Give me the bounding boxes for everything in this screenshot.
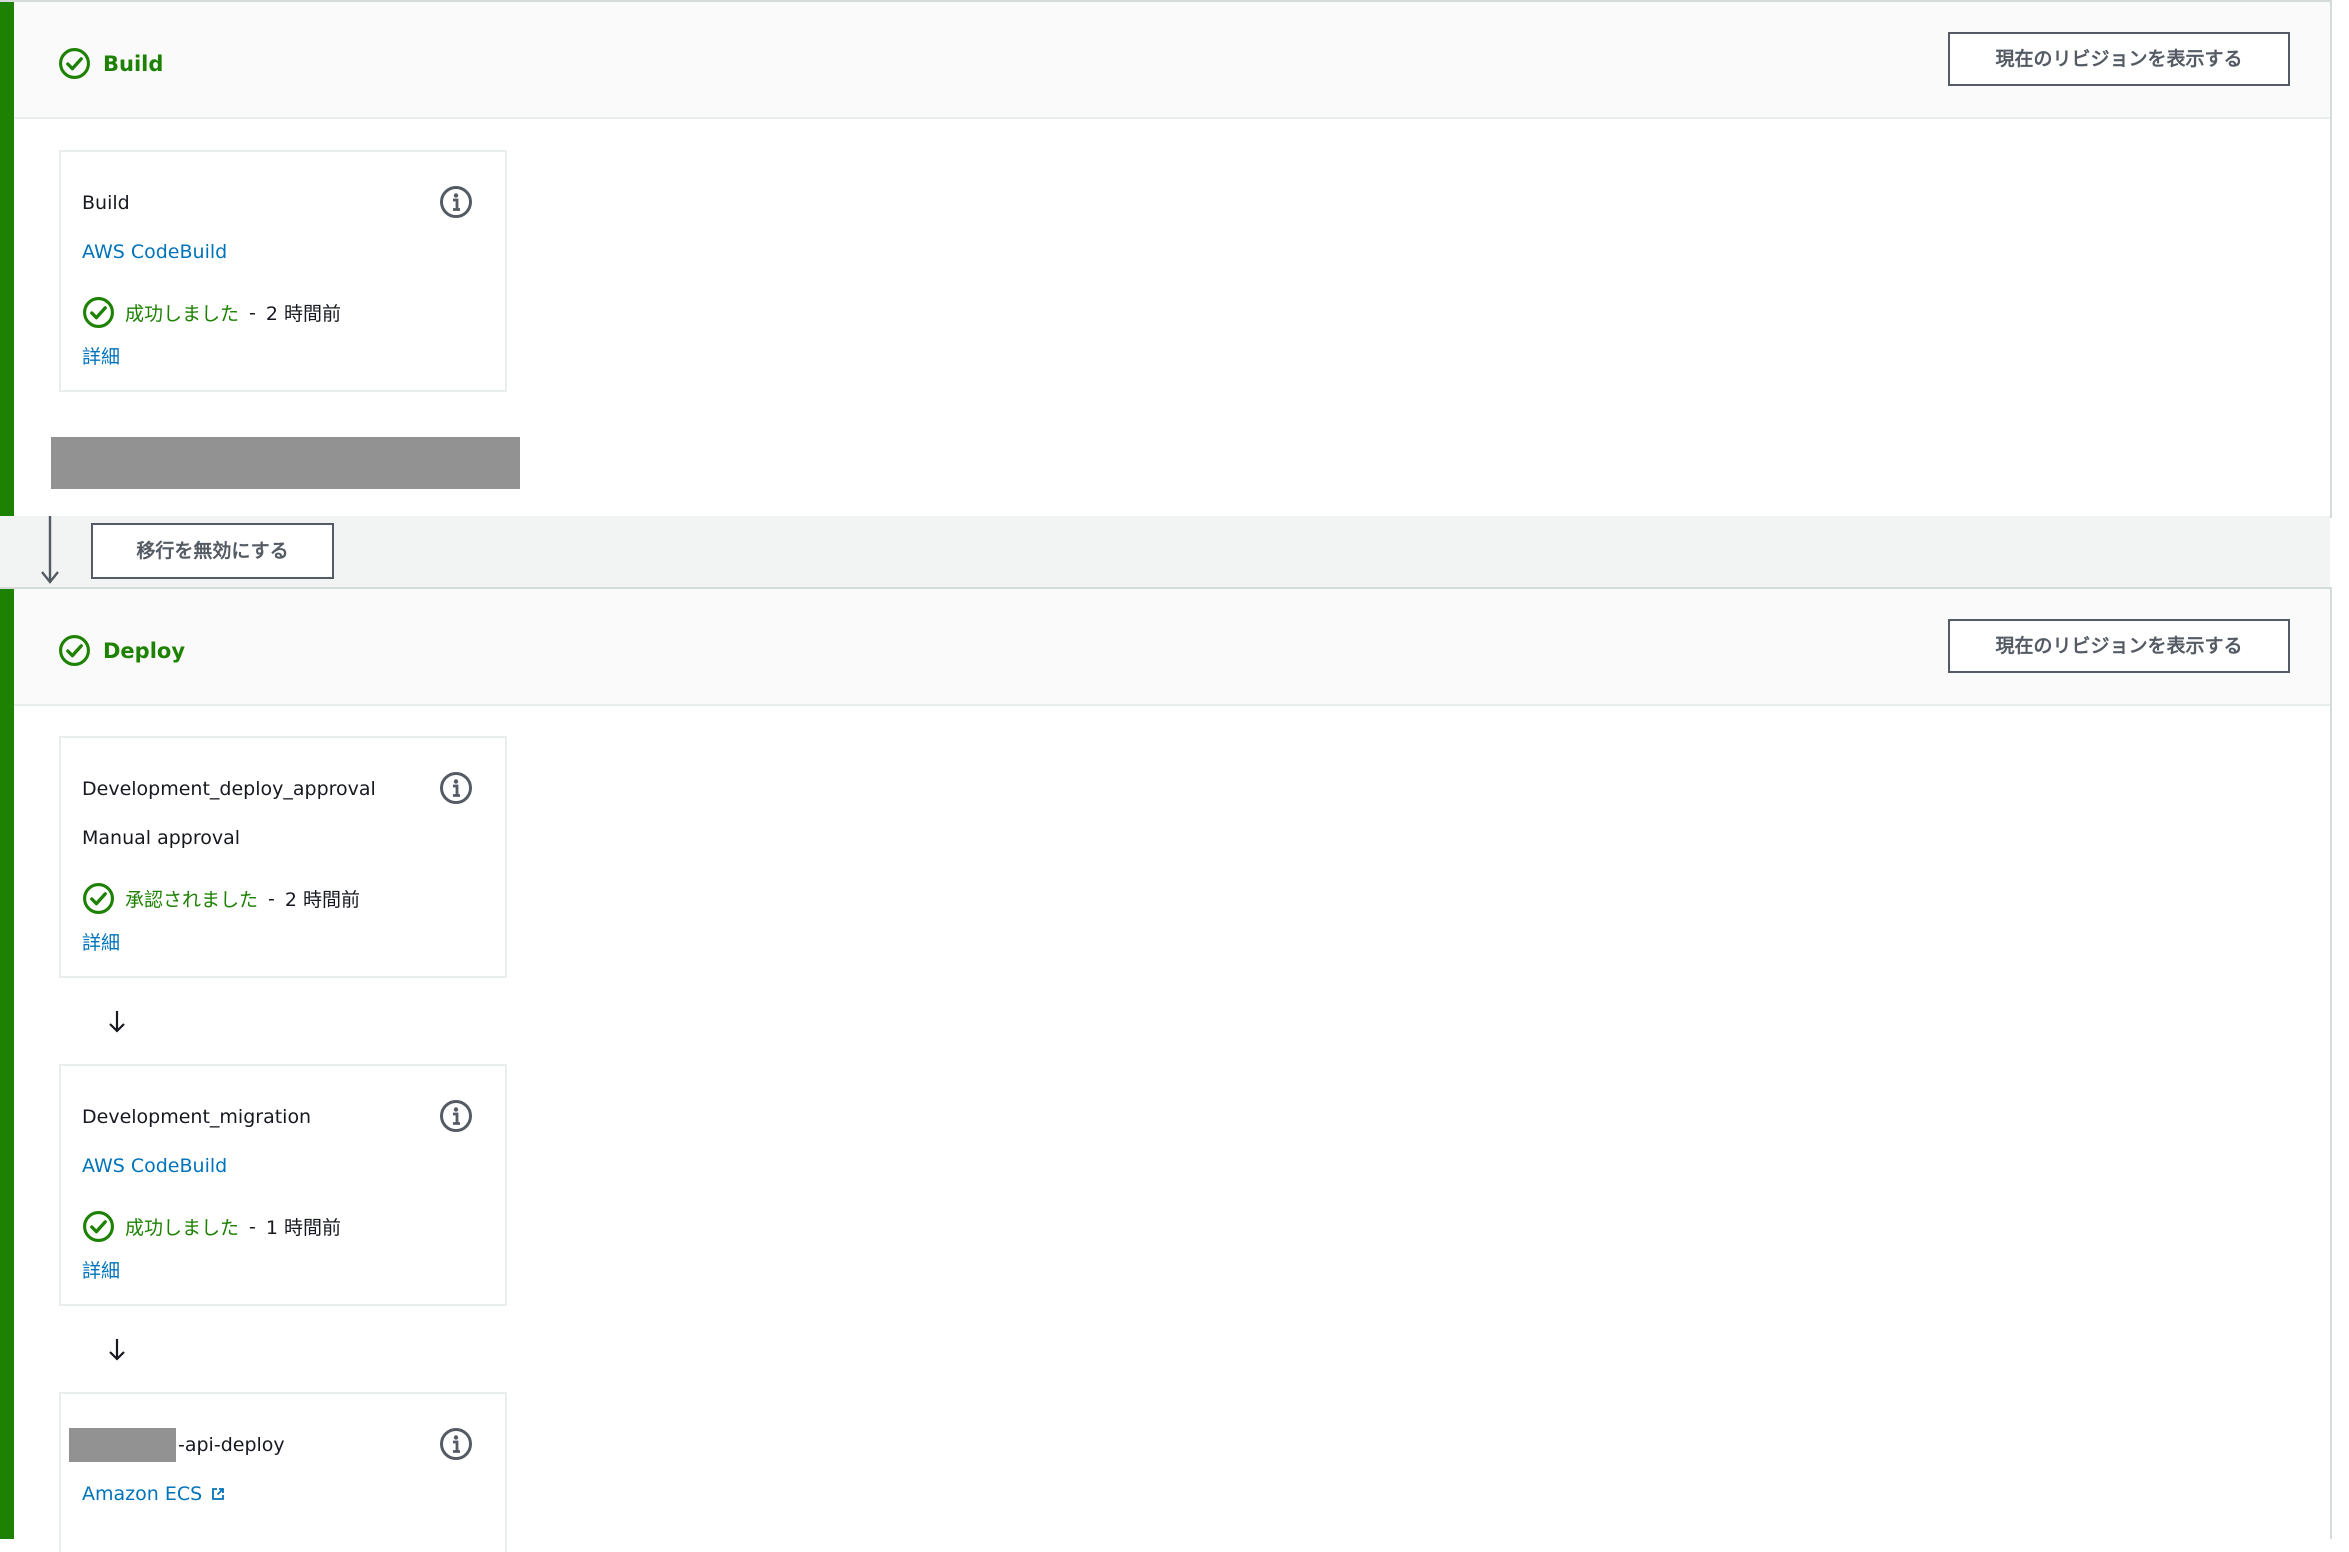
action-card-approval: Development_deploy_approval Manual appro… (59, 736, 507, 978)
action-card-migration: Development_migration AWS CodeBuild 成功しま… (59, 1064, 507, 1306)
deploy-stage-title: Deploy (58, 634, 185, 667)
build-stage: Build 現在のリビジョンを表示する Build AWS CodeBuild … (0, 0, 2332, 518)
deploy-stage-header: Deploy 現在のリビジョンを表示する (14, 589, 2330, 706)
check-circle-icon (58, 47, 91, 80)
action-provider-link[interactable]: Amazon ECS (82, 1483, 225, 1505)
view-current-revision-button[interactable]: 現在のリビジョンを表示する (1948, 619, 2290, 673)
info-icon[interactable] (439, 771, 473, 805)
action-provider: Manual approval (82, 827, 241, 849)
check-circle-icon (58, 634, 91, 667)
build-stage-title: Build (58, 47, 163, 80)
status-separator: - (249, 301, 256, 324)
status-time: 1 時間前 (265, 1217, 342, 1239)
action-provider-link[interactable]: AWS CodeBuild (82, 241, 227, 263)
deploy-stage: Deploy 現在のリビジョンを表示する Development_deploy_… (0, 587, 2332, 1552)
check-circle-icon (82, 1210, 115, 1243)
check-circle-icon (82, 882, 115, 915)
status-text: 成功しました (125, 1217, 240, 1239)
action-status: 成功しました - 2 時間前 (82, 296, 341, 329)
arrow-down-icon (104, 1005, 130, 1037)
details-link[interactable]: 詳細 (82, 928, 120, 955)
disable-transition-button[interactable]: 移行を無効にする (91, 523, 334, 579)
action-card-build: Build AWS CodeBuild 成功しました - 2 時間前 詳細 (59, 150, 507, 392)
info-icon[interactable] (439, 1427, 473, 1461)
status-text: 成功しました (125, 303, 240, 325)
action-name: -api-deploy (178, 1434, 285, 1456)
stage-status-bar (0, 589, 14, 1539)
stage-name: Build (103, 51, 164, 76)
arrow-down-icon (104, 1333, 130, 1365)
stage-name: Deploy (103, 638, 186, 663)
action-status: 成功しました - 1 時間前 (82, 1210, 341, 1243)
action-card-api-deploy: -api-deploy Amazon ECS (59, 1392, 507, 1552)
check-circle-icon (82, 296, 115, 329)
status-time: 2 時間前 (284, 889, 361, 911)
action-provider-link[interactable]: AWS CodeBuild (82, 1155, 227, 1177)
action-status: 承認されました - 2 時間前 (82, 882, 360, 915)
details-link[interactable]: 詳細 (82, 1256, 120, 1283)
info-icon[interactable] (439, 185, 473, 219)
stage-status-bar (0, 2, 14, 516)
action-name: Development_deploy_approval (82, 778, 376, 800)
action-name: Build (82, 192, 130, 214)
build-stage-header: Build 現在のリビジョンを表示する (14, 2, 2330, 119)
arrow-down-icon (40, 516, 60, 588)
status-separator: - (249, 1215, 256, 1238)
redacted-block (51, 437, 520, 489)
view-current-revision-button[interactable]: 現在のリビジョンを表示する (1948, 32, 2290, 86)
external-link-icon (211, 1487, 225, 1501)
details-link[interactable]: 詳細 (82, 342, 120, 369)
action-name: Development_migration (82, 1106, 312, 1128)
stage-transition (0, 516, 2330, 590)
status-time: 2 時間前 (265, 303, 342, 325)
status-separator: - (268, 887, 275, 910)
info-icon[interactable] (439, 1099, 473, 1133)
redacted-block (69, 1428, 176, 1462)
status-text: 承認されました (125, 889, 259, 911)
